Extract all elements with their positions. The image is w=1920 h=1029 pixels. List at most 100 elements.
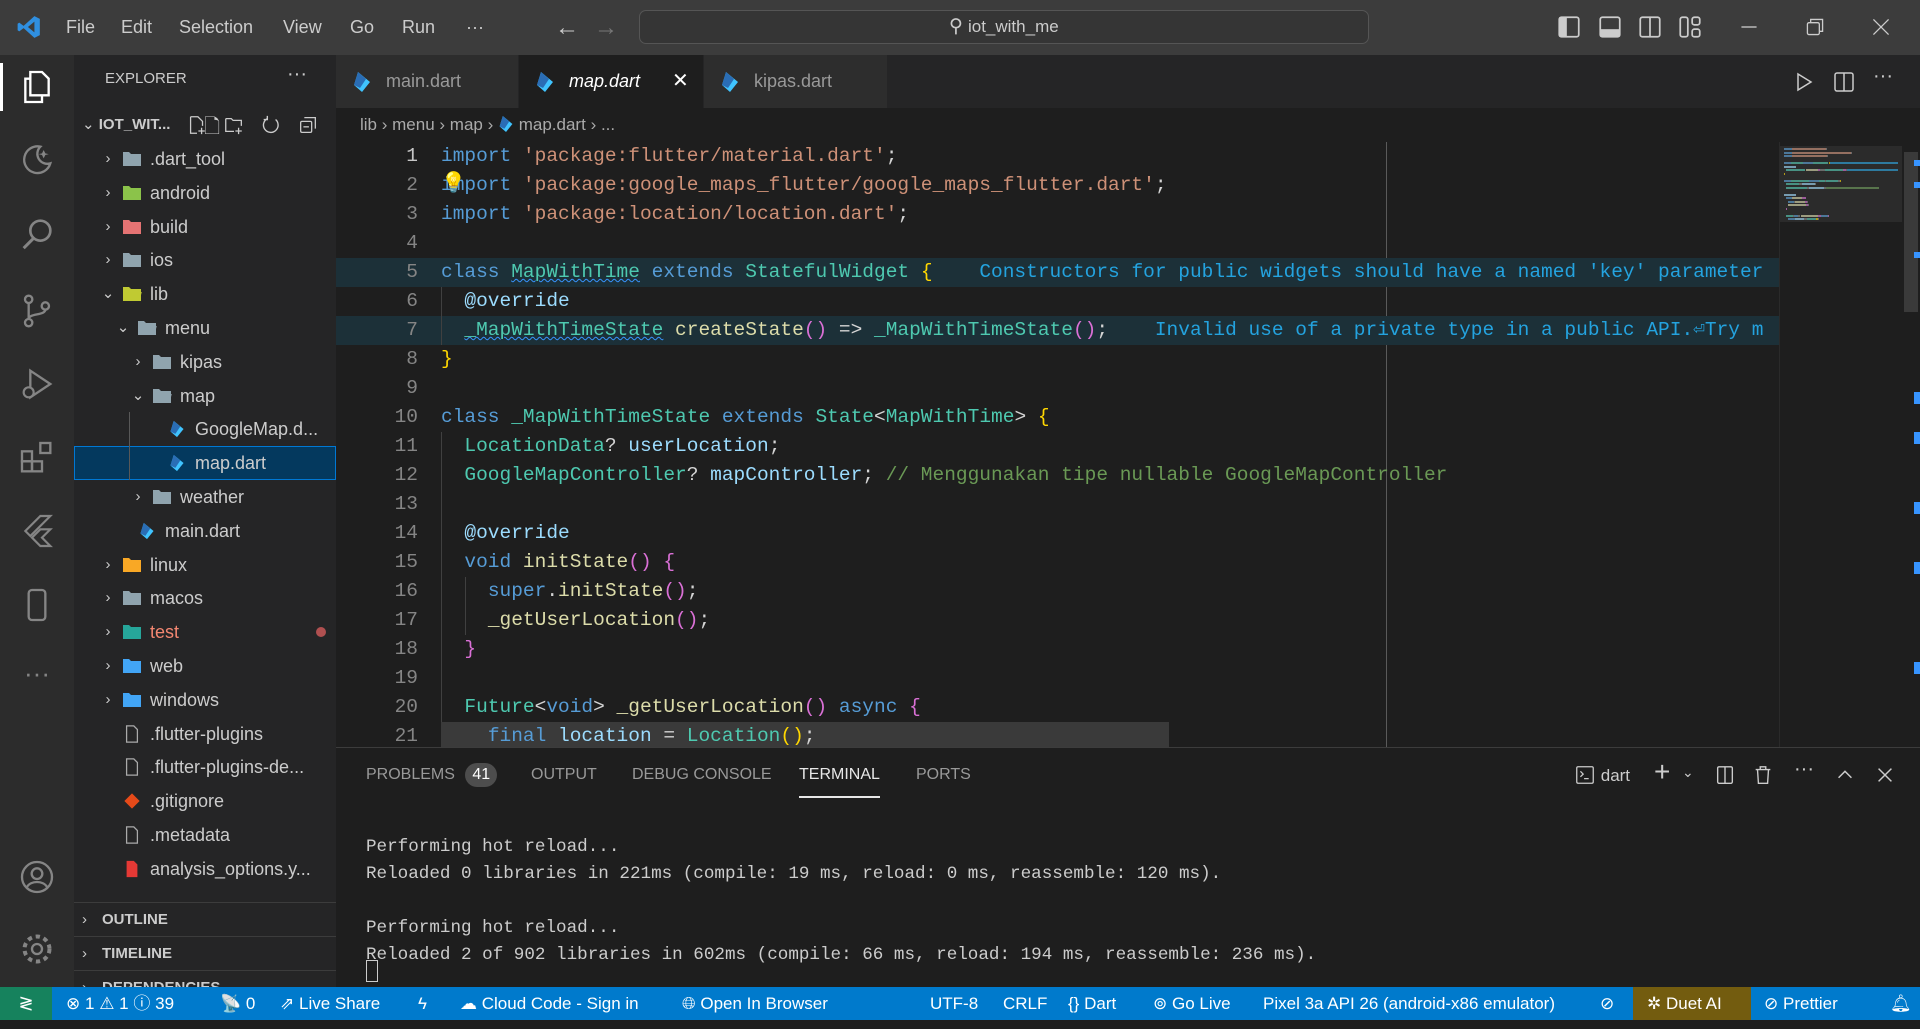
- remote-indicator-icon[interactable]: ≷: [0, 987, 52, 1020]
- tree-item[interactable]: ⌄ lib: [74, 277, 336, 311]
- toggle-secondary-sidebar-icon[interactable]: [1637, 14, 1663, 40]
- code-line[interactable]: 11 LocationData? userLocation;: [336, 432, 1779, 461]
- code-line[interactable]: 3 import 'package:location/location.dart'…: [336, 200, 1779, 229]
- settings-gear-icon[interactable]: [17, 929, 57, 969]
- code-line[interactable]: 5 class MapWithTime extends StatefulWidge…: [336, 258, 1779, 287]
- close-window-icon[interactable]: [1868, 14, 1894, 40]
- panel-tab-terminal[interactable]: TERMINAL: [799, 762, 880, 798]
- tab-main-dart[interactable]: main.dart: [336, 55, 519, 108]
- menu-edit[interactable]: Edit: [121, 0, 152, 55]
- code-line[interactable]: 19: [336, 664, 1779, 693]
- tree-item[interactable]: › windows: [74, 683, 336, 717]
- panel-tab-problems[interactable]: PROBLEMS 41: [366, 762, 498, 798]
- flutter-icon[interactable]: [17, 511, 57, 551]
- menu-run[interactable]: Run: [402, 0, 435, 55]
- tree-item[interactable]: › macos: [74, 581, 336, 615]
- tree-item[interactable]: .flutter-plugins: [74, 717, 336, 751]
- tree-item[interactable]: › kipas: [74, 345, 336, 379]
- code-line[interactable]: 15 void initState() {: [336, 548, 1779, 577]
- tree-item[interactable]: › build: [74, 210, 336, 244]
- panel-tab-debug-console[interactable]: DEBUG CONSOLE: [632, 762, 772, 798]
- back-arrow-icon[interactable]: ←: [555, 0, 579, 55]
- menu-go[interactable]: Go: [350, 0, 374, 55]
- panel-more-icon[interactable]: ···: [1794, 758, 1814, 781]
- menu-file[interactable]: File: [66, 0, 95, 55]
- menu-more[interactable]: ···: [466, 0, 484, 55]
- collapse-all-icon[interactable]: [297, 114, 319, 136]
- cloud-code-button[interactable]: ☁ Cloud Code - Sign in: [460, 987, 639, 1020]
- code-line[interactable]: 16 super.initState();: [336, 577, 1779, 606]
- code-line[interactable]: 9: [336, 374, 1779, 403]
- device-icon[interactable]: [17, 585, 57, 625]
- code-line[interactable]: 17 _getUserLocation();: [336, 606, 1779, 635]
- tab-kipas-dart[interactable]: kipas.dart: [704, 55, 888, 108]
- panel-tab-output[interactable]: OUTPUT: [531, 762, 597, 798]
- tree-item[interactable]: analysis_options.y...: [74, 852, 336, 886]
- code-line[interactable]: 8}: [336, 345, 1779, 374]
- tree-item[interactable]: › test: [74, 615, 336, 649]
- tree-item[interactable]: GoogleMap.d...: [74, 412, 336, 446]
- duet-ai-button[interactable]: ✲ Duet AI: [1633, 987, 1751, 1020]
- lightbulb-icon[interactable]: 💡: [441, 170, 466, 195]
- run-file-icon[interactable]: [1792, 70, 1816, 94]
- scrollbar-thumb[interactable]: [1904, 152, 1918, 312]
- panel-tab-ports[interactable]: PORTS: [916, 762, 971, 798]
- encoding-status[interactable]: UTF-8: [930, 987, 978, 1020]
- duet-off-icon[interactable]: ⊘: [1600, 987, 1614, 1020]
- source-control-icon[interactable]: [17, 291, 57, 331]
- code-line[interactable]: 6 @override: [336, 287, 1779, 316]
- tree-item[interactable]: ⌄ menu: [74, 311, 336, 345]
- new-terminal-icon[interactable]: +: [1654, 756, 1670, 788]
- live-share-button[interactable]: ⇗ Live Share: [280, 987, 380, 1020]
- workspace-root[interactable]: ⌄ IOT_WIT...: [82, 110, 170, 140]
- forward-arrow-icon[interactable]: →: [594, 0, 618, 55]
- tree-item[interactable]: › weather: [74, 480, 336, 514]
- open-in-browser-button[interactable]: 🌐︎ Open In Browser: [682, 987, 828, 1020]
- toggle-primary-sidebar-icon[interactable]: [1556, 14, 1582, 40]
- prettier-button[interactable]: ⊘ Prettier: [1764, 987, 1838, 1020]
- code-line[interactable]: 12 GoogleMapController? mapController; /…: [336, 461, 1779, 490]
- notifications-bell-icon[interactable]: 🔔︎: [1890, 987, 1912, 1020]
- code-line[interactable]: 20 Future<void> _getUserLocation() async…: [336, 693, 1779, 722]
- breadcrumb-lib[interactable]: lib: [360, 115, 377, 134]
- tree-item[interactable]: map.dart: [74, 446, 336, 481]
- minimap[interactable]: [1779, 142, 1902, 747]
- editor-more-actions-icon[interactable]: ···: [1873, 65, 1893, 88]
- code-line[interactable]: 1 import 'package:flutter/material.dart';: [336, 142, 1779, 171]
- device-selector[interactable]: Pixel 3a API 26 (android-x86 emulator): [1263, 987, 1555, 1020]
- terminal-selector[interactable]: dart: [1574, 762, 1630, 790]
- code-line[interactable]: 10 class _MapWithTimeState extends State<…: [336, 403, 1779, 432]
- code-line[interactable]: 4: [336, 229, 1779, 258]
- code-line[interactable]: 13: [336, 490, 1779, 519]
- eol-status[interactable]: CRLF: [1003, 987, 1047, 1020]
- outline-section[interactable]: › OUTLINE: [74, 902, 336, 936]
- breadcrumb-menu[interactable]: menu: [392, 115, 435, 134]
- tree-item[interactable]: ⌄ map: [74, 379, 336, 413]
- tree-item[interactable]: main.dart: [74, 514, 336, 548]
- run-debug-icon[interactable]: [17, 364, 57, 404]
- tree-item[interactable]: › linux: [74, 548, 336, 582]
- language-mode[interactable]: {} Dart: [1068, 987, 1116, 1020]
- go-live-button[interactable]: ⊚ Go Live: [1153, 987, 1231, 1020]
- lightning-icon[interactable]: ϟ: [418, 987, 427, 1020]
- restore-icon[interactable]: [1802, 14, 1828, 40]
- account-icon[interactable]: [17, 857, 57, 897]
- tree-item[interactable]: .gitignore: [74, 784, 336, 818]
- breadcrumb-file[interactable]: map.dart: [519, 115, 586, 134]
- tree-item[interactable]: .flutter-plugins-de...: [74, 750, 336, 784]
- new-folder-icon[interactable]: [223, 114, 245, 136]
- ai-assistant-icon[interactable]: [17, 140, 57, 180]
- tree-item[interactable]: .metadata: [74, 818, 336, 852]
- customize-layout-icon[interactable]: [1677, 14, 1703, 40]
- ports-status[interactable]: 📡 0: [220, 987, 255, 1020]
- code-line[interactable]: 2 import 'package:google_maps_flutter/goo…: [336, 171, 1779, 200]
- tree-item[interactable]: › .dart_tool: [74, 142, 336, 176]
- menu-selection[interactable]: Selection: [179, 0, 253, 55]
- tree-item[interactable]: › web: [74, 649, 336, 683]
- code-editor[interactable]: 1 import 'package:flutter/material.dart';…: [336, 142, 1779, 747]
- more-views-icon[interactable]: ···: [17, 658, 57, 698]
- new-file-button-icon[interactable]: [186, 114, 208, 136]
- tree-item[interactable]: › android: [74, 176, 336, 210]
- split-terminal-icon[interactable]: [1714, 764, 1736, 786]
- code-line[interactable]: 14 @override: [336, 519, 1779, 548]
